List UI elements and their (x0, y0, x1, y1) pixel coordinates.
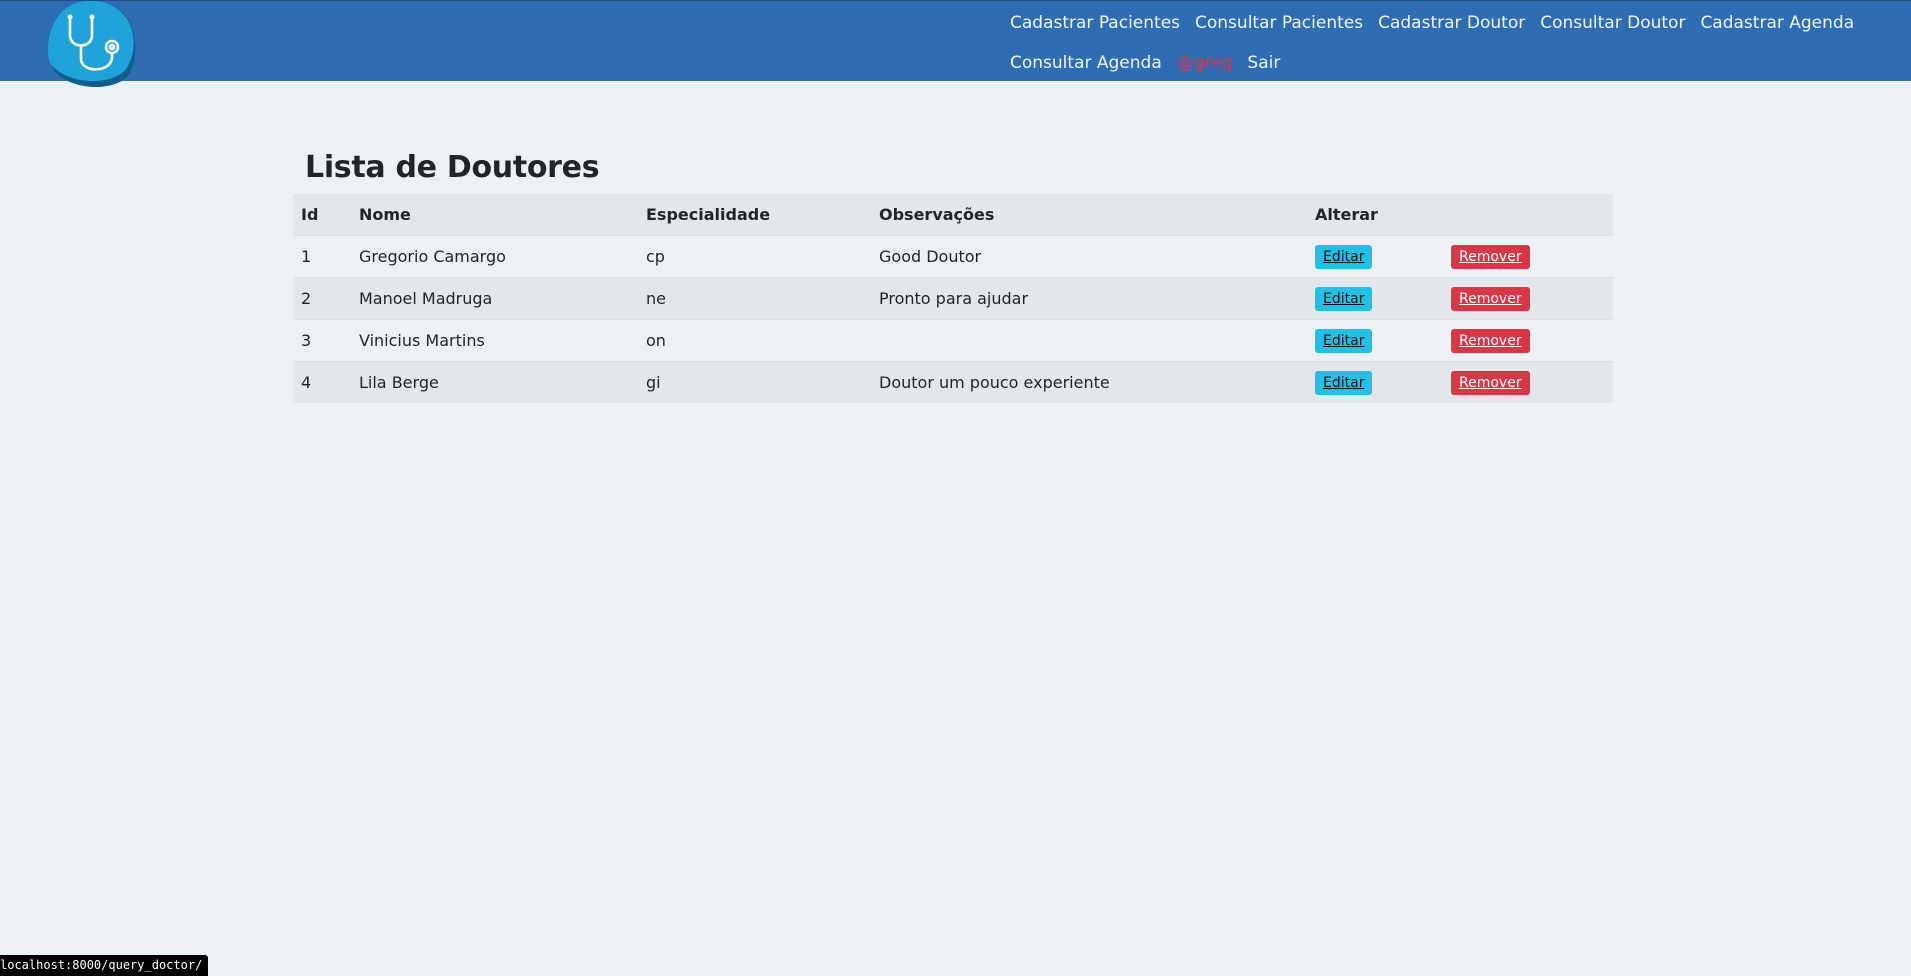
page-title: Lista de Doutores (305, 150, 600, 185)
table-row: 1 Gregorio Camargo cp Good Doutor Editar… (293, 235, 1613, 278)
remove-button[interactable]: Remover (1451, 286, 1530, 311)
cell-observacoes: Pronto para ajudar (871, 277, 1307, 320)
cell-especialidade: cp (638, 235, 871, 278)
edit-button[interactable]: Editar (1315, 370, 1373, 395)
nav-cadastrar-doutor[interactable]: Cadastrar Doutor (1378, 13, 1525, 33)
remove-button[interactable]: Remover (1451, 370, 1530, 395)
table-row: 3 Vinicius Martins on Editar Remover (293, 319, 1613, 362)
header-id: Id (293, 194, 351, 236)
cell-edit: Editar (1307, 319, 1443, 362)
cell-edit: Editar (1307, 235, 1443, 278)
remove-button[interactable]: Remover (1451, 328, 1530, 353)
header-observacoes: Observações (871, 194, 1307, 236)
edit-button[interactable]: Editar (1315, 328, 1373, 353)
nav-consultar-pacientes[interactable]: Consultar Pacientes (1195, 13, 1363, 33)
cell-nome: Gregorio Camargo (351, 235, 638, 278)
cell-remove: Remover (1443, 235, 1613, 278)
doctors-table: Id Nome Especialidade Observações Altera… (293, 194, 1613, 403)
cell-especialidade: gi (638, 361, 871, 403)
nav-consultar-doutor[interactable]: Consultar Doutor (1540, 13, 1685, 33)
edit-button[interactable]: Editar (1315, 286, 1373, 311)
stethoscope-icon[interactable] (44, 1, 140, 91)
nav-cadastrar-agenda[interactable]: Cadastrar Agenda (1700, 13, 1854, 33)
table-row: 4 Lila Berge gi Doutor um pouco experien… (293, 361, 1613, 403)
nav-consultar-agenda[interactable]: Consultar Agenda (1010, 53, 1162, 73)
nav-row-1: Cadastrar Pacientes Consultar Pacientes … (1004, 3, 1854, 43)
cell-id: 3 (293, 319, 351, 362)
remove-button[interactable]: Remover (1451, 244, 1530, 269)
cell-especialidade: ne (638, 277, 871, 320)
header-especialidade: Especialidade (638, 194, 871, 236)
header-remover (1443, 194, 1613, 236)
main-content: Lista de Doutores Id Nome Especialidade … (293, 150, 1613, 403)
nav-row-2: Consultar Agenda @greg Sair (1004, 43, 1824, 83)
cell-observacoes (871, 319, 1307, 362)
cell-remove: Remover (1443, 319, 1613, 362)
table-header-row: Id Nome Especialidade Observações Altera… (293, 194, 1613, 236)
header-alterar: Alterar (1307, 194, 1443, 236)
cell-nome: Vinicius Martins (351, 319, 638, 362)
top-navbar: Cadastrar Pacientes Consultar Pacientes … (0, 0, 1911, 87)
cell-id: 4 (293, 361, 351, 403)
cell-remove: Remover (1443, 361, 1613, 403)
nav-user[interactable]: @greg (1177, 53, 1233, 73)
cell-especialidade: on (638, 319, 871, 362)
cell-id: 2 (293, 277, 351, 320)
cell-nome: Manoel Madruga (351, 277, 638, 320)
table-row: 2 Manoel Madruga ne Pronto para ajudar E… (293, 277, 1613, 320)
cell-nome: Lila Berge (351, 361, 638, 403)
cell-observacoes: Doutor um pouco experiente (871, 361, 1307, 403)
cell-observacoes: Good Doutor (871, 235, 1307, 278)
cell-edit: Editar (1307, 361, 1443, 403)
cell-edit: Editar (1307, 277, 1443, 320)
edit-button[interactable]: Editar (1315, 244, 1373, 269)
nav-cadastrar-pacientes[interactable]: Cadastrar Pacientes (1010, 13, 1180, 33)
status-bar-url: localhost:8000/query_doctor/ (0, 955, 209, 976)
cell-id: 1 (293, 235, 351, 278)
nav-links: Cadastrar Pacientes Consultar Pacientes … (1004, 1, 1854, 83)
nav-logout[interactable]: Sair (1247, 53, 1280, 73)
cell-remove: Remover (1443, 277, 1613, 320)
header-nome: Nome (351, 194, 638, 236)
